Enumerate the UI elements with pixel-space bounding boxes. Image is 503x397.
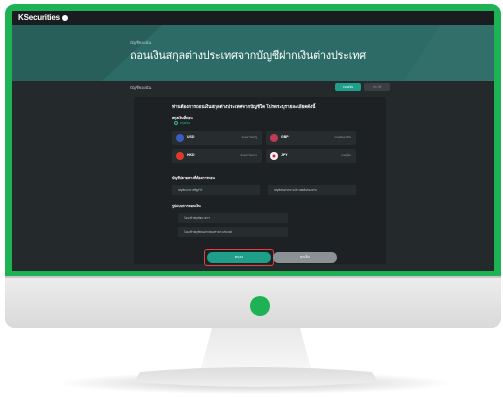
- method-option-foreign[interactable]: โอนเข้าบัญชีเงินฝากเงินตราต่างประเทศ: [178, 227, 288, 237]
- tab-withdraw[interactable]: ถอนเงิน: [335, 83, 361, 91]
- currency-desc: เยนญี่ปุ่น: [341, 153, 351, 157]
- currency-selected-hint[interactable]: สกุลเงิน: [174, 121, 190, 126]
- screen: KSecurities บัญชีของฉัน ถอนเงินสกุลต่างป…: [12, 11, 494, 271]
- hero-banner: บัญชีของฉัน ถอนเงินสกุลต่างประเทศจากบัญช…: [12, 25, 494, 81]
- currency-code: GBP: [281, 135, 289, 139]
- brand-dot-icon: [61, 15, 68, 21]
- cancel-button[interactable]: ยกเลิก: [273, 252, 337, 263]
- form-question: ท่านต้องการถอนเงินสกุลต่างประเทศจากบัญชี…: [172, 104, 316, 109]
- tab-history[interactable]: ประวัติ: [364, 83, 390, 91]
- breadcrumb[interactable]: บัญชีของฉัน: [130, 39, 151, 46]
- page-title: ถอนเงินสกุลต่างประเทศจากบัญชีฝากเงินต่าง…: [130, 50, 366, 62]
- jp-flag-icon: [270, 152, 278, 160]
- currency-desc: ดอลลาร์ฮ่องกง: [240, 153, 257, 157]
- radio-icon: [174, 121, 178, 125]
- stage: KSecurities บัญชีของฉัน ถอนเงินสกุลต่างป…: [0, 0, 503, 397]
- uk-flag-icon: [270, 134, 278, 142]
- withdraw-form-panel: ท่านต้องการถอนเงินสกุลต่างประเทศจากบัญชี…: [134, 97, 386, 266]
- currency-option-usd[interactable]: USD ดอลลาร์สหรัฐ: [172, 131, 262, 145]
- hero-decoration-right: [404, 25, 494, 81]
- currency-option-jpy[interactable]: JPY เยนญี่ปุ่น: [266, 149, 356, 163]
- brand-logo[interactable]: KSecurities: [18, 13, 68, 22]
- ok-button[interactable]: ตกลง: [207, 252, 271, 263]
- top-bar: KSecurities: [12, 11, 494, 25]
- brand-name: KSecurities: [18, 13, 60, 22]
- content-header: บัญชีของฉัน ถอนเงิน ประวัติ: [12, 81, 494, 95]
- hk-flag-icon: [176, 152, 184, 160]
- us-flag-icon: [176, 134, 184, 142]
- account-section-title: บัญชีปลายทางที่ต้องการถอน: [172, 176, 215, 180]
- currency-desc: ดอลลาร์สหรัฐ: [241, 135, 257, 139]
- account-option-bank[interactable]: บัญชีธนาคารที่ผูกไว้: [172, 185, 260, 195]
- method-section-title: รูปแบบการถอนเงิน: [172, 204, 201, 208]
- currency-code: USD: [187, 135, 195, 139]
- section-label: บัญชีของฉัน: [130, 85, 152, 90]
- method-option-bank[interactable]: โอนเข้าบัญชีธนาคาร: [178, 213, 288, 223]
- currency-selected-hint-label: สกุลเงิน: [180, 121, 191, 125]
- currency-option-gbp[interactable]: GBP ปอนด์สเตอร์ลิง: [266, 131, 356, 145]
- currency-code: HKD: [187, 153, 195, 157]
- account-option-foreign[interactable]: บัญชีเงินฝากต่างประเทศอื่นของท่าน: [268, 185, 356, 195]
- currency-option-hkd[interactable]: HKD ดอลลาร์ฮ่องกง: [172, 149, 262, 163]
- power-indicator: [250, 296, 270, 316]
- currency-code: JPY: [281, 153, 288, 157]
- currency-desc: ปอนด์สเตอร์ลิง: [334, 135, 351, 139]
